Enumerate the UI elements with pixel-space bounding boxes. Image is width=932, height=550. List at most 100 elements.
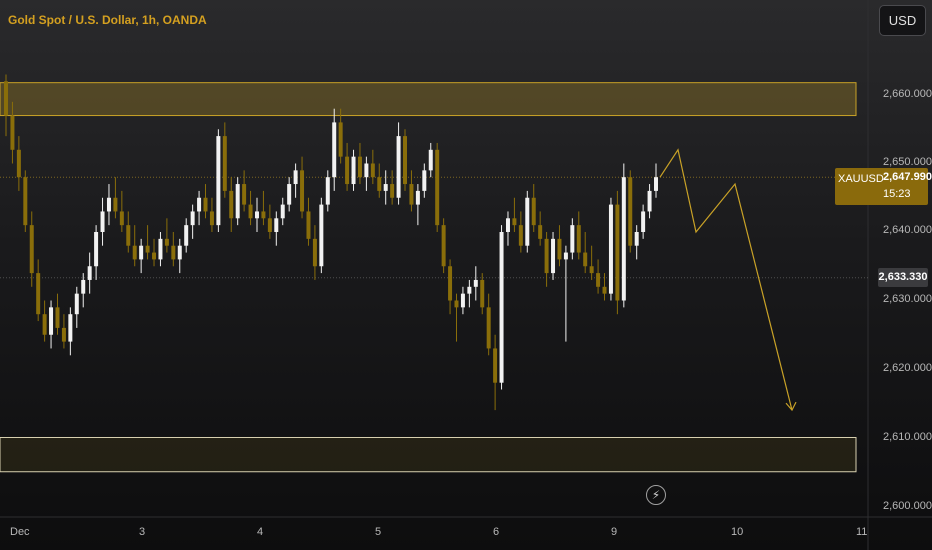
candle-body <box>254 211 259 219</box>
candle-body <box>357 156 362 178</box>
candle-body <box>448 266 453 301</box>
candle-body <box>563 252 568 260</box>
candle-body <box>158 238 163 260</box>
candle-body <box>126 225 131 246</box>
candle-body <box>36 273 41 315</box>
candle-body <box>589 266 594 274</box>
candle-body <box>16 149 21 178</box>
candle-body <box>415 190 420 205</box>
candle-body <box>551 238 556 274</box>
candle-body <box>621 177 626 301</box>
candle-body <box>570 225 575 253</box>
candle-body <box>267 218 272 232</box>
y-tick-label: 2,600.000 <box>883 500 932 512</box>
candle-body <box>132 245 137 260</box>
candle-body <box>23 177 28 226</box>
candle-body <box>499 232 504 383</box>
candle-body <box>647 190 652 212</box>
candle-body <box>480 279 485 308</box>
candle-body <box>235 184 240 219</box>
candle-body <box>94 232 99 267</box>
candle-body <box>274 218 279 232</box>
candle-body <box>531 197 536 226</box>
candle-body <box>261 211 266 219</box>
candle-body <box>628 177 633 246</box>
bar-countdown: 15:23 <box>883 188 911 200</box>
current-price-tag[interactable]: XAUUSD 2,647.990 15:23 <box>835 168 932 205</box>
candle-body <box>615 204 620 301</box>
candle-body <box>454 300 459 308</box>
candle-body <box>428 149 433 171</box>
y-tick-label: 2,660.000 <box>883 88 932 100</box>
candle-body <box>119 211 124 226</box>
candle-body <box>209 211 214 226</box>
lightning-icon[interactable]: ⚡ <box>646 485 666 505</box>
chart-stage: Gold Spot / U.S. Dollar, 1h, OANDA USD 2… <box>0 0 932 550</box>
candle-body <box>525 197 530 246</box>
x-tick-label: 5 <box>375 526 382 538</box>
candle-body <box>113 197 118 212</box>
candle-body <box>390 184 395 198</box>
candle-body <box>177 245 182 260</box>
candle-body <box>396 136 401 198</box>
candle-body <box>364 163 369 178</box>
candle-body <box>641 211 646 232</box>
candle-body <box>325 177 330 205</box>
x-tick-label: Dec <box>10 526 30 538</box>
candle-body <box>557 238 562 260</box>
candle-body <box>409 184 414 205</box>
candle-body <box>164 238 169 246</box>
candle-body <box>242 184 247 205</box>
y-tick-label: 2,610.000 <box>883 431 932 443</box>
candle-body <box>203 197 208 212</box>
candle-body <box>345 156 350 185</box>
candle-body <box>87 266 92 280</box>
candle-body <box>222 136 227 191</box>
candle-body <box>280 204 285 219</box>
candle-body <box>49 307 54 335</box>
demand-zone <box>0 437 857 473</box>
candle-body <box>370 163 375 178</box>
chart-plot-area[interactable] <box>0 0 932 550</box>
candle-body <box>55 307 60 328</box>
x-tick-label: 11 <box>856 526 868 538</box>
candle-body <box>293 170 298 185</box>
candle-body <box>576 225 581 253</box>
candle-body <box>596 273 601 287</box>
candle-body <box>306 211 311 239</box>
candle-body <box>10 115 15 150</box>
x-tick-label: 6 <box>493 526 500 538</box>
candle-body <box>486 307 491 349</box>
candle-body <box>287 184 292 205</box>
candle-body <box>61 327 66 342</box>
candle-body <box>74 293 79 315</box>
candle-body <box>467 286 472 294</box>
candle-body <box>171 245 176 260</box>
candle-body <box>634 232 639 246</box>
candle-body <box>29 225 34 274</box>
y-tick-label: 2,630.000 <box>883 293 932 305</box>
candle-body <box>312 238 317 267</box>
candle-body <box>435 149 440 226</box>
candle-body <box>512 218 517 226</box>
currency-button[interactable]: USD <box>879 5 926 36</box>
x-tick-label: 4 <box>257 526 264 538</box>
candle-body <box>42 314 47 335</box>
candle-body <box>106 197 111 212</box>
candle-body <box>583 252 588 267</box>
candle-body <box>518 225 523 246</box>
candle-body <box>184 225 189 246</box>
candle-body <box>332 122 337 178</box>
candle-body <box>383 184 388 191</box>
candle-body <box>351 156 356 185</box>
y-tick-label: 2,650.000 <box>883 156 932 168</box>
candle-body <box>229 190 234 219</box>
candle-body <box>319 204 324 267</box>
candle-body <box>493 348 498 383</box>
candle-body <box>377 177 382 191</box>
chart-title: Gold Spot / U.S. Dollar, 1h, OANDA <box>8 13 207 27</box>
candle-body <box>654 177 658 191</box>
candle-body <box>190 211 195 226</box>
candle-body <box>152 252 157 260</box>
candle-body <box>441 225 446 267</box>
